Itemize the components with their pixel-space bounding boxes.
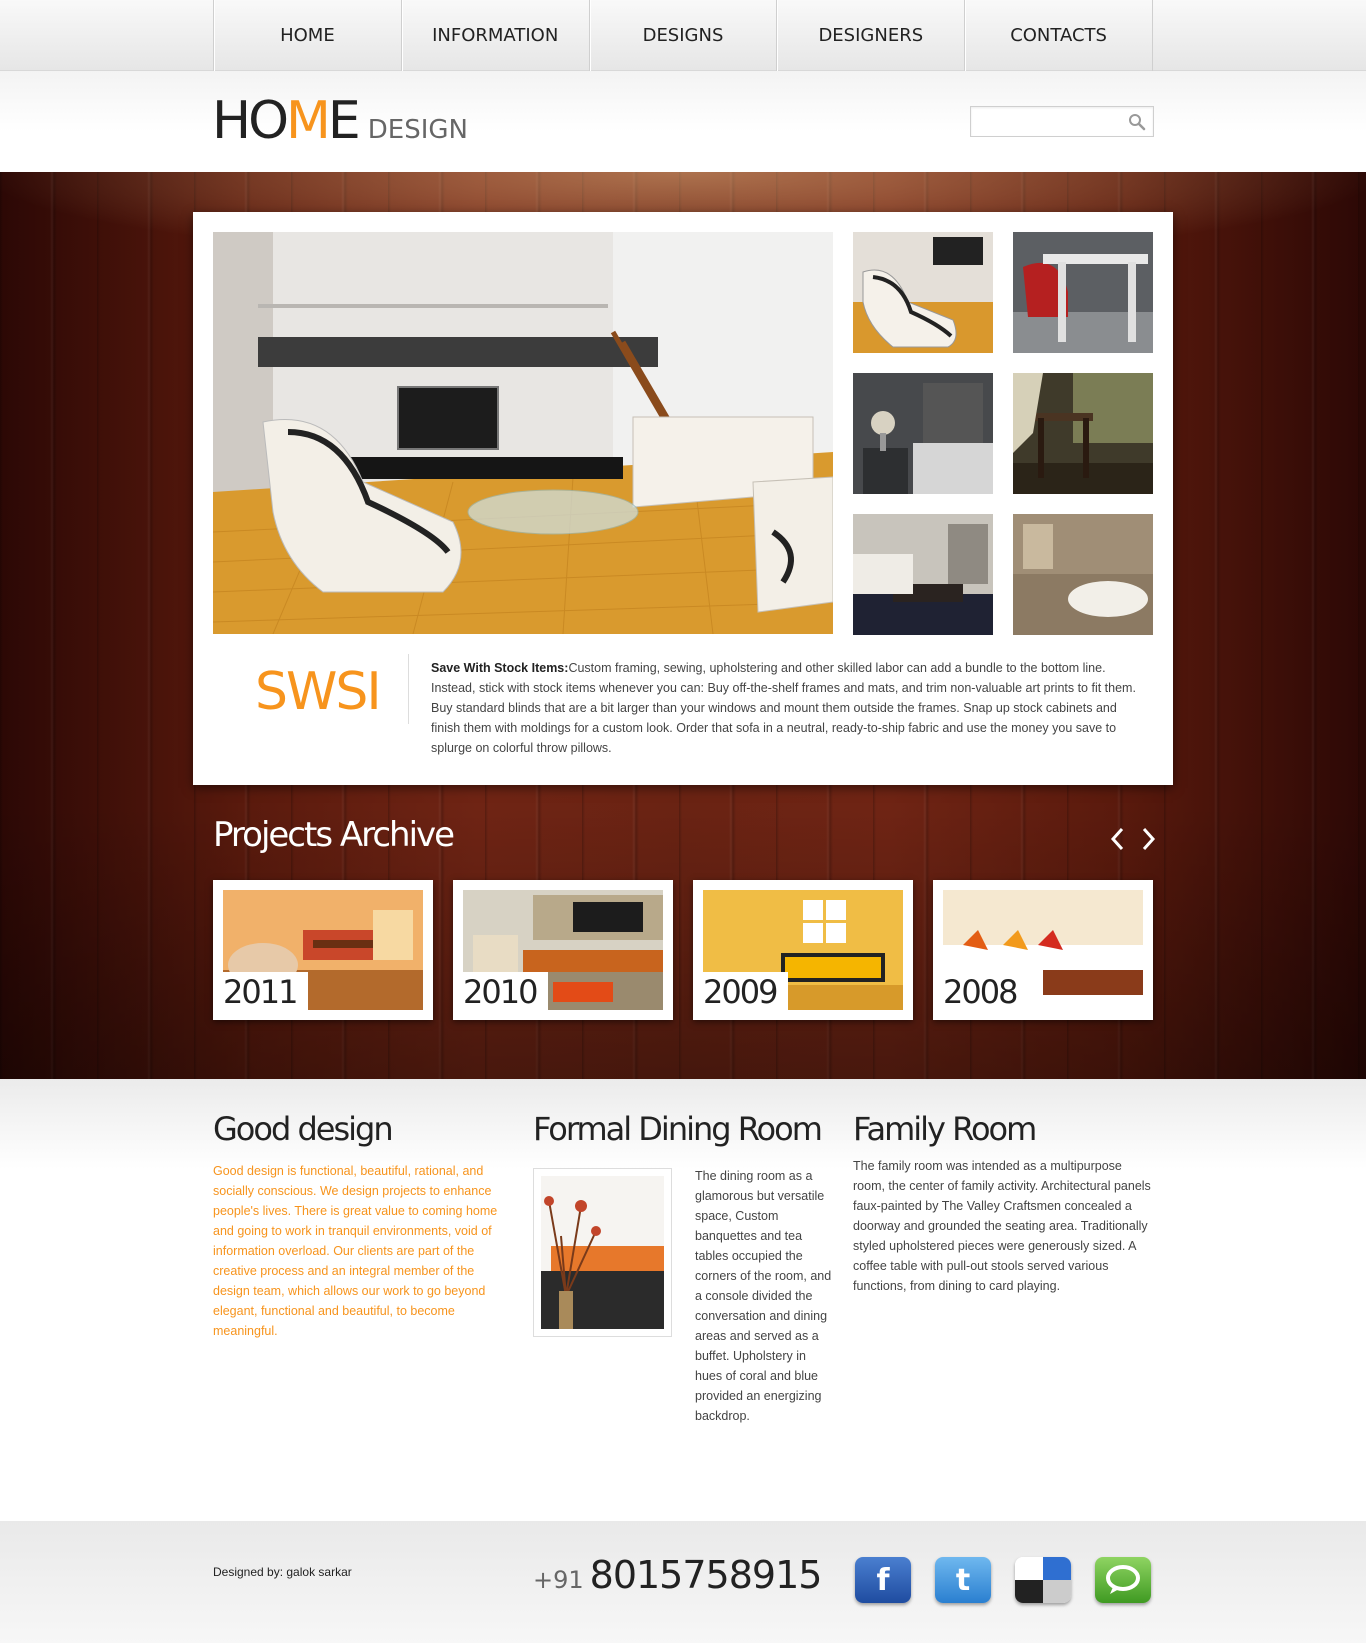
main-nav: HOME INFORMATION DESIGNS DESIGNERS CONTA…: [213, 0, 1153, 71]
nav-item-designers[interactable]: DESIGNERS: [777, 0, 966, 71]
feature-lead: Save With Stock Items:: [431, 661, 569, 675]
top-navigation-bar: HOME INFORMATION DESIGNS DESIGNERS CONTA…: [0, 0, 1366, 71]
logo-part-accent: M: [286, 91, 331, 151]
project-card-2011[interactable]: 2011: [213, 880, 433, 1020]
site-header: HOME DESIGN: [0, 71, 1366, 172]
phone-digits: 8015758915: [589, 1553, 823, 1597]
search-input[interactable]: [971, 107, 1121, 136]
project-card-2008[interactable]: 2008: [933, 880, 1153, 1020]
nav-item-home[interactable]: HOME: [214, 0, 402, 71]
project-card-2010[interactable]: 2010: [453, 880, 673, 1020]
logo-part-end: E: [327, 91, 361, 151]
formal-dining-room-title: Formal Dining Room: [533, 1110, 823, 1148]
thumb-bathroom[interactable]: [1013, 514, 1153, 635]
feature-divider: [408, 654, 409, 724]
project-card-2009[interactable]: 2009: [693, 880, 913, 1020]
logo-subtitle: DESIGN: [367, 115, 468, 145]
arrow-left-icon[interactable]: [1107, 826, 1129, 852]
projects-archive-title: Projects Archive: [213, 815, 455, 855]
project-image: 2010: [463, 890, 663, 1010]
designer-credit: Designed by: galok sarkar: [213, 1565, 352, 1579]
feature-text: Save With Stock Items:Custom framing, se…: [431, 658, 1136, 758]
project-image: 2009: [703, 890, 903, 1010]
site-footer: Designed by: galok sarkar +91 8015758915 …: [0, 1521, 1366, 1643]
project-year: 2009: [703, 972, 789, 1010]
twitter-icon[interactable]: t: [935, 1557, 991, 1603]
site-logo[interactable]: HOME DESIGN: [212, 95, 468, 147]
feature-brand: SWSI: [255, 662, 382, 722]
project-year: 2008: [943, 972, 1029, 1010]
project-image: 2008: [943, 890, 1143, 1010]
dining-room-image: [533, 1168, 672, 1337]
nav-item-designs[interactable]: DESIGNS: [590, 0, 778, 71]
family-room-title: Family Room: [853, 1110, 1037, 1148]
search-icon[interactable]: [1128, 113, 1146, 131]
facebook-icon[interactable]: f: [855, 1557, 911, 1603]
delicious-icon[interactable]: [1015, 1557, 1071, 1603]
feature-body: Custom framing, sewing, upholstering and…: [431, 661, 1136, 755]
nav-item-information[interactable]: INFORMATION: [402, 0, 590, 71]
thumb-white-armchair[interactable]: [853, 232, 993, 353]
thumb-bedroom[interactable]: [853, 373, 993, 494]
logo-part-start: HO: [212, 91, 289, 151]
search-box: [970, 106, 1154, 137]
feature-card: SWSI Save With Stock Items:Custom framin…: [193, 212, 1173, 785]
good-design-title: Good design: [213, 1110, 394, 1148]
project-year: 2010: [463, 972, 549, 1010]
thumb-lounge[interactable]: [853, 514, 993, 635]
logo-wordmark: HOME: [212, 95, 361, 147]
thumb-red-chair-table[interactable]: [1013, 232, 1153, 353]
thumb-vintage-chair[interactable]: [1013, 373, 1153, 494]
chat-icon[interactable]: [1095, 1557, 1151, 1603]
family-room-text: The family room was intended as a multip…: [853, 1159, 1151, 1293]
arrow-right-icon[interactable]: [1137, 826, 1159, 852]
phone-country-code: +91: [533, 1566, 584, 1594]
good-design-text: Good design is functional, beautiful, ra…: [213, 1164, 498, 1338]
nav-item-contacts[interactable]: CONTACTS: [965, 0, 1153, 71]
formal-dining-room-text: The dining room as a glamorous but versa…: [695, 1169, 832, 1423]
project-image: 2011: [223, 890, 423, 1010]
phone-number: +91 8015758915: [533, 1553, 823, 1597]
project-year: 2011: [223, 972, 309, 1010]
hero-living-room-image: [213, 232, 833, 634]
